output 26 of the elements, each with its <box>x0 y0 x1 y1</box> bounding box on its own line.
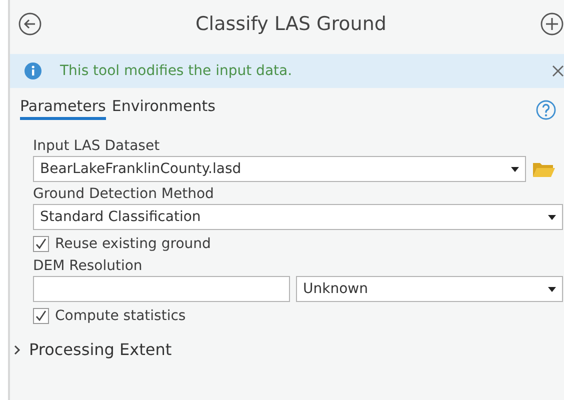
input-field[interactable] <box>33 276 290 302</box>
checkbox-label: Compute statistics <box>55 308 186 324</box>
help-icon[interactable] <box>536 100 556 120</box>
dropdown[interactable]: BearLakeFranklinCounty.lasd <box>33 156 526 182</box>
back-icon[interactable] <box>18 12 42 36</box>
checkbox[interactable] <box>33 236 49 252</box>
section-header[interactable]: Processing Extent <box>13 340 564 359</box>
parameter-label: Ground Detection Method <box>33 186 215 202</box>
unit-dropdown[interactable]: Unknown <box>296 276 563 302</box>
dropdown-caret-icon <box>511 166 519 172</box>
add-icon[interactable] <box>540 12 564 36</box>
dropdown-caret-icon <box>548 286 556 292</box>
tool-title: Classify LAS Ground <box>194 13 388 35</box>
checkbox-label: Reuse existing ground <box>55 236 211 252</box>
close-icon[interactable] <box>552 65 564 77</box>
dropdown[interactable]: Standard Classification <box>33 204 563 230</box>
dropdown-caret-icon <box>548 214 556 220</box>
info-message: This tool modifies the input data. <box>60 63 294 79</box>
checkbox[interactable] <box>33 308 49 324</box>
info-icon <box>24 62 42 80</box>
tab[interactable]: Environments <box>112 97 216 120</box>
check-icon <box>35 310 47 322</box>
parameter-label: DEM Resolution <box>33 258 144 274</box>
tab[interactable]: Parameters <box>20 97 106 120</box>
parameter-label: Input LAS Dataset <box>33 138 161 154</box>
check-icon <box>35 238 47 250</box>
